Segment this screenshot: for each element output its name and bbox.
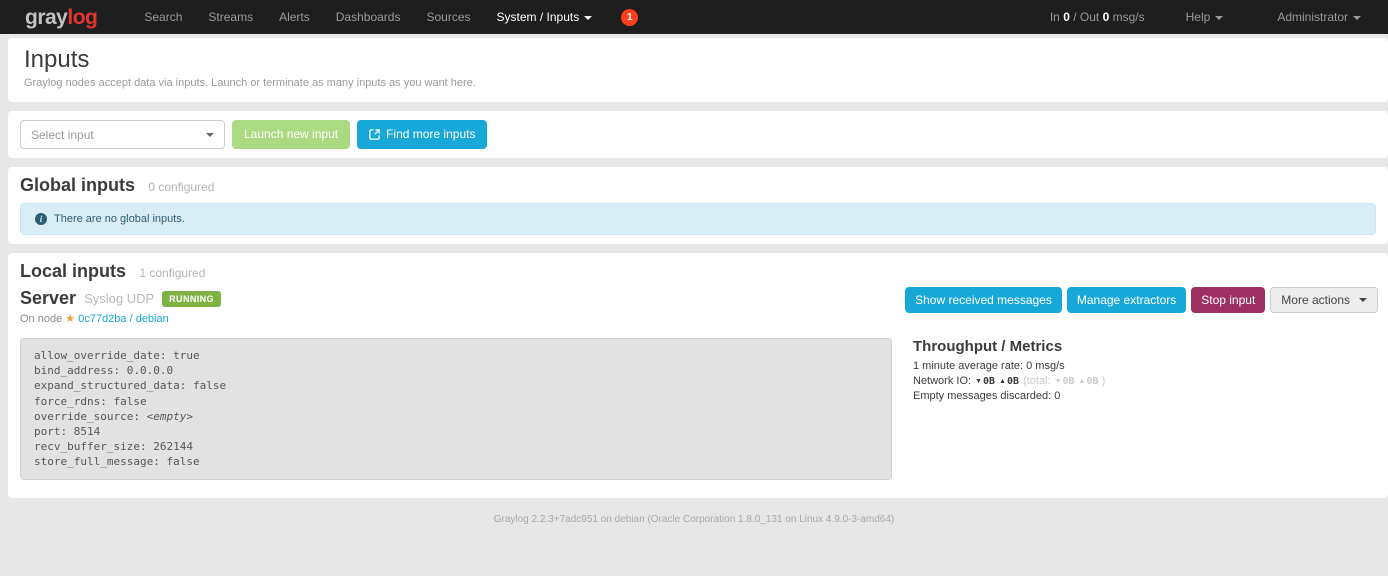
nav-item-help[interactable]: Help <box>1186 10 1224 24</box>
network-down-value: 0B <box>983 376 995 387</box>
network-io-label: Network IO: <box>913 375 971 387</box>
manage-extractors-button[interactable]: Manage extractors <box>1067 287 1186 313</box>
throughput-out-label: / Out <box>1073 10 1099 24</box>
input-name: Server <box>20 288 76 309</box>
metrics-rate: 1 minute average rate: 0 msg/s <box>913 360 1105 372</box>
config-line: override_source: <empty> <box>34 409 878 424</box>
status-badge: RUNNING <box>162 291 221 307</box>
node-prefix: On node <box>20 313 62 325</box>
nav-item-dashboards[interactable]: Dashboards <box>336 10 401 24</box>
local-inputs-header: Local inputs 1 configured <box>20 261 1376 282</box>
config-line: port: 8514 <box>34 424 878 439</box>
config-line: allow_override_date: true <box>34 348 878 363</box>
config-line: expand_structured_data: false <box>34 378 878 393</box>
caret-down-icon <box>206 133 214 137</box>
caret-down-icon <box>584 16 592 20</box>
nav-menu: Search Streams Alerts Dashboards Sources… <box>131 9 638 26</box>
external-link-icon <box>369 129 380 140</box>
input-actions: Show received messages Manage extractors… <box>905 287 1378 313</box>
node-link[interactable]: 0c77d2ba / debian <box>78 313 169 325</box>
nav-item-user-menu[interactable]: Administrator <box>1277 10 1361 24</box>
input-configuration: allow_override_date: true bind_address: … <box>20 338 892 480</box>
total-down-value: 0B <box>1063 376 1075 387</box>
local-inputs-section: Local inputs 1 configured Server Syslog … <box>8 253 1388 498</box>
local-inputs-title: Local inputs <box>20 261 126 281</box>
inputs-page: Inputs Graylog nodes accept data via inp… <box>0 34 1388 525</box>
throughput-unit: msg/s <box>1113 10 1145 24</box>
network-up-value: 0B <box>1007 376 1019 387</box>
nav-right: In 0 / Out 0 msg/s Help Administrator <box>1050 10 1374 24</box>
nav-item-alerts[interactable]: Alerts <box>279 10 310 24</box>
local-inputs-count: 1 configured <box>139 266 205 280</box>
caret-down-icon <box>1359 298 1367 302</box>
throughput-metrics: Throughput / Metrics 1 minute average ra… <box>913 338 1105 405</box>
config-line: force_rdns: false <box>34 394 878 409</box>
version-footer: Graylog 2.2.3+7adc951 on debian (Oracle … <box>0 514 1388 525</box>
network-total: (total:▼0B▲0B ) <box>1023 375 1105 387</box>
top-navbar: graylog Search Streams Alerts Dashboards… <box>0 0 1388 34</box>
caret-down-icon <box>1215 16 1223 20</box>
page-header-card: Inputs Graylog nodes accept data via inp… <box>8 38 1388 102</box>
more-actions-button[interactable]: More actions <box>1270 287 1378 313</box>
alert-text: There are no global inputs. <box>54 213 185 225</box>
user-label: Administrator <box>1277 10 1348 24</box>
nav-item-label: System / Inputs <box>497 10 580 24</box>
nav-item-system-inputs[interactable]: System / Inputs <box>497 10 593 24</box>
help-label: Help <box>1186 10 1211 24</box>
input-type: Syslog UDP <box>84 291 154 306</box>
metrics-empty-discarded: Empty messages discarded: 0 <box>913 390 1105 402</box>
nav-item-search[interactable]: Search <box>144 10 182 24</box>
metrics-title: Throughput / Metrics <box>913 338 1105 355</box>
config-line: bind_address: 0.0.0.0 <box>34 363 878 378</box>
caret-down-icon <box>1353 16 1361 20</box>
config-line: store_full_message: false <box>34 454 878 469</box>
global-inputs-title: Global inputs <box>20 175 135 195</box>
throughput-in-value: 0 <box>1063 10 1070 24</box>
nav-item-sources[interactable]: Sources <box>426 10 470 24</box>
select-placeholder: Select input <box>31 128 94 142</box>
node-line: On node ★ 0c77d2ba / debian <box>20 312 1376 325</box>
info-icon <box>35 213 47 225</box>
nav-item-streams[interactable]: Streams <box>208 10 253 24</box>
notification-badge[interactable]: 1 <box>621 9 638 26</box>
stop-input-button[interactable]: Stop input <box>1191 287 1265 313</box>
show-received-messages-button[interactable]: Show received messages <box>905 287 1062 313</box>
global-inputs-section: Global inputs 0 configured There are no … <box>8 167 1388 244</box>
global-throughput: In 0 / Out 0 msg/s <box>1050 10 1145 24</box>
total-up-value: 0B <box>1086 376 1098 387</box>
page-title: Inputs <box>24 46 1372 74</box>
more-actions-label: More actions <box>1281 293 1350 307</box>
arrow-down-icon: ▼ <box>1055 378 1062 385</box>
arrow-up-icon: ▲ <box>999 378 1006 385</box>
global-inputs-count: 0 configured <box>148 180 214 194</box>
input-type-select[interactable]: Select input <box>20 120 225 149</box>
throughput-out-value: 0 <box>1103 10 1110 24</box>
logo-text-red: log <box>67 6 97 29</box>
launch-new-input-button[interactable]: Launch new input <box>232 120 350 148</box>
no-global-inputs-alert: There are no global inputs. <box>20 203 1376 235</box>
input-detail-row: allow_override_date: true bind_address: … <box>20 338 1376 480</box>
metrics-network-io: Network IO:▼0B▲0B(total:▼0B▲0B ) <box>913 375 1105 387</box>
config-line: recv_buffer_size: 262144 <box>34 439 878 454</box>
arrow-up-icon: ▲ <box>1079 378 1086 385</box>
global-inputs-header: Global inputs 0 configured <box>20 175 1376 196</box>
find-more-inputs-label: Find more inputs <box>386 127 475 141</box>
throughput-in-label: In <box>1050 10 1060 24</box>
input-launcher-card: Select input Launch new input Find more … <box>8 111 1388 158</box>
logo-text-gray: gray <box>25 6 67 29</box>
star-icon: ★ <box>65 313 75 325</box>
graylog-logo[interactable]: graylog <box>25 7 97 28</box>
page-description: Graylog nodes accept data via inputs. La… <box>24 77 1372 89</box>
find-more-inputs-button[interactable]: Find more inputs <box>357 120 487 148</box>
arrow-down-icon: ▼ <box>975 378 982 385</box>
